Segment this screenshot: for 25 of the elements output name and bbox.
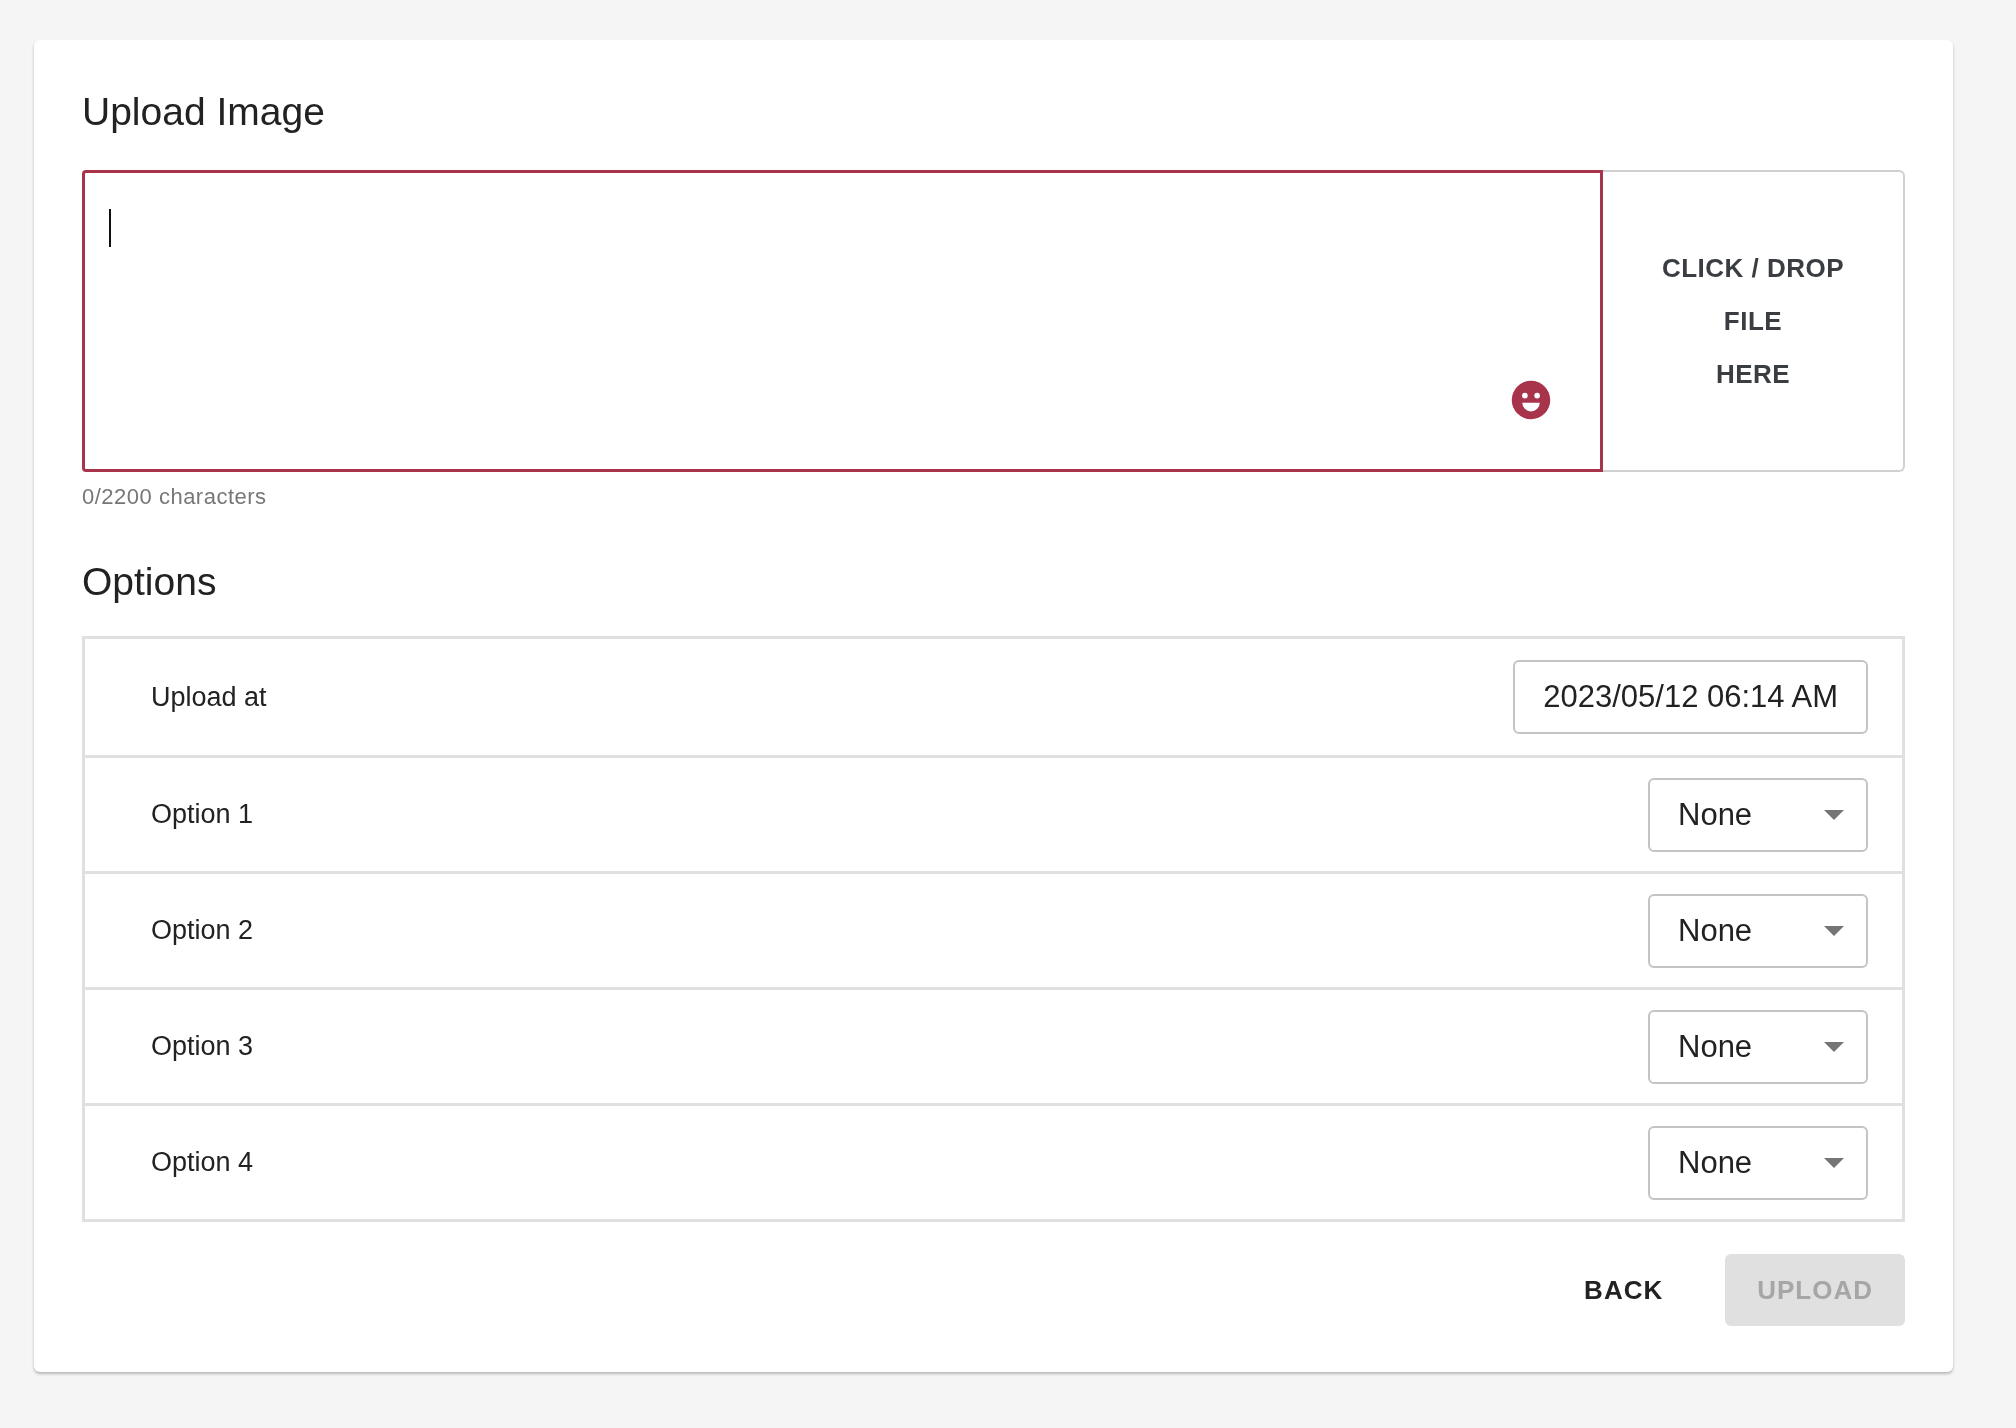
option-label: Option 3 (151, 1031, 254, 1062)
section-title: Options (82, 559, 218, 605)
dropzone-label: FILE (1723, 305, 1783, 337)
page-title: Upload Image (82, 89, 326, 135)
select-field[interactable]: None (1648, 1009, 1868, 1084)
caret-icon (1824, 809, 1844, 820)
emoji-icon[interactable] (1510, 379, 1552, 421)
select-field[interactable]: None (1648, 893, 1868, 968)
option-label: Upload at (151, 681, 267, 713)
caption-field[interactable] (82, 170, 1603, 472)
character-counter: 0/2200 characters (82, 484, 268, 510)
caret-icon (1824, 1157, 1844, 1168)
dropzone-label: HERE (1715, 358, 1791, 390)
option-label: Option 1 (151, 799, 254, 830)
dropzone-label: CLICK / DROP (1661, 252, 1845, 284)
select-field[interactable]: None (1648, 1125, 1868, 1200)
text-cursor (109, 209, 111, 247)
datetime-field[interactable]: 2023/05/12 06:14 AM (1513, 660, 1868, 734)
file-dropzone[interactable]: CLICK / DROP FILE HERE (1603, 170, 1905, 472)
caret-icon (1824, 1041, 1844, 1052)
option-label: Option 4 (151, 1147, 254, 1178)
caret-icon (1824, 925, 1844, 936)
back-button[interactable]: BACK (1552, 1254, 1696, 1326)
select-field[interactable]: None (1648, 777, 1868, 852)
option-label: Option 2 (151, 915, 254, 946)
